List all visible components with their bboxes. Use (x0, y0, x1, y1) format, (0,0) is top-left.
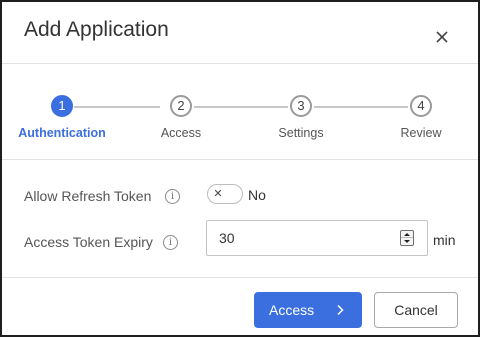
step-connector (74, 106, 160, 108)
token-expiry-label: Access Token Expiry (24, 234, 153, 250)
refresh-token-toggle[interactable]: ✕ (207, 184, 243, 204)
toggle-state-text: No (248, 187, 266, 203)
token-expiry-unit: min (433, 232, 456, 248)
x-icon: ✕ (213, 188, 223, 200)
dialog-title: Add Application (24, 18, 169, 41)
increment-arrow[interactable] (401, 231, 413, 238)
token-expiry-input[interactable]: 30 (206, 220, 428, 256)
info-icon[interactable]: i (165, 189, 180, 204)
info-icon[interactable]: i (163, 235, 178, 250)
step-number: 3 (290, 95, 312, 117)
stepper: 1 Authentication 2 Access 3 Settings 4 R… (2, 64, 478, 160)
token-expiry-row: Access Token Expiry i (24, 228, 204, 258)
chevron-right-icon (337, 304, 344, 316)
access-button[interactable]: Access (254, 292, 362, 328)
dialog-header: Add Application (2, 2, 478, 64)
step-label: Access (160, 126, 202, 140)
token-expiry-value: 30 (219, 230, 235, 246)
cancel-button[interactable]: Cancel (374, 292, 458, 328)
cancel-button-label: Cancel (394, 302, 438, 318)
step-label: Settings (278, 126, 324, 140)
spinner-arrows-icon[interactable] (400, 230, 414, 246)
step-number: 2 (170, 95, 192, 117)
add-application-dialog: Add Application 1 Authentication 2 Acces… (0, 0, 480, 337)
step-connector (314, 106, 408, 108)
refresh-token-row: Allow Refresh Token i (24, 182, 204, 212)
step-number: 4 (410, 95, 432, 117)
close-icon[interactable] (431, 26, 453, 48)
step-number: 1 (51, 95, 73, 117)
footer-divider (2, 277, 478, 278)
decrement-arrow[interactable] (401, 238, 413, 245)
refresh-token-label: Allow Refresh Token (24, 188, 152, 204)
step-label: Authentication (18, 126, 106, 140)
step-label: Review (400, 126, 442, 140)
step-connector (194, 106, 288, 108)
access-button-label: Access (269, 302, 315, 318)
